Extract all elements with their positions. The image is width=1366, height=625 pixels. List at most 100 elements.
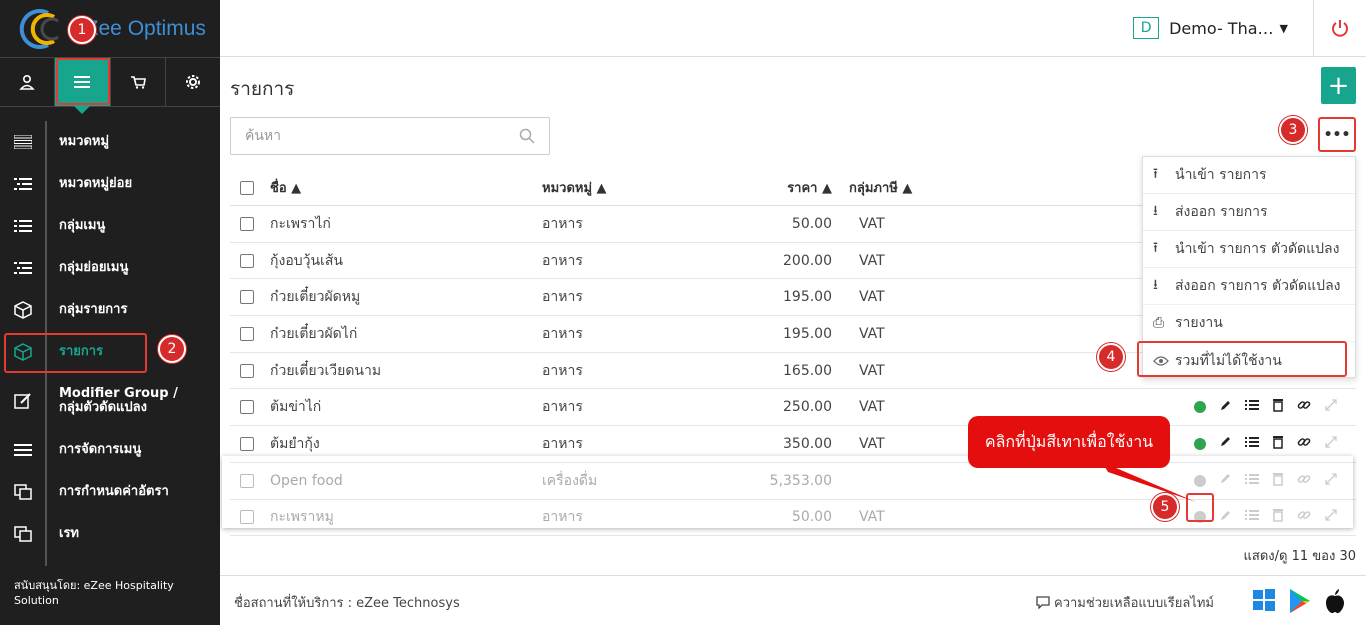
org-name: Demo- Tha… <box>1169 18 1274 38</box>
link-icon[interactable] <box>1297 508 1311 526</box>
gear-icon[interactable] <box>166 58 220 106</box>
pencil-icon[interactable] <box>1219 472 1232 489</box>
step-badge: 3 <box>1279 116 1307 144</box>
pencil-icon[interactable] <box>1219 509 1232 526</box>
menu-icon[interactable] <box>55 58 111 114</box>
item-price: 50.00 <box>791 509 832 526</box>
table-row[interactable]: ต้มยำกุ้ง อาหาร 350.00 VAT <box>230 426 1356 463</box>
header: D Demo- Tha… ▼ <box>220 0 1366 57</box>
row-checkbox[interactable] <box>240 473 254 488</box>
item-tax: VAT <box>859 252 885 269</box>
item-tax: VAT <box>859 215 885 232</box>
move-icon[interactable] <box>1324 472 1338 490</box>
row-checkbox[interactable] <box>240 436 254 451</box>
link-icon[interactable] <box>1297 472 1311 490</box>
sidebar-item-rate-config[interactable]: การกำหนดค่าอัตรา <box>0 471 220 513</box>
export-items-option[interactable]: ⭳ ส่งออก รายการ <box>1143 194 1355 231</box>
sidebar-item-menu-management[interactable]: การจัดการเมนู <box>0 429 220 471</box>
row-checkbox[interactable] <box>240 363 254 378</box>
list-icon[interactable] <box>1245 399 1259 415</box>
item-name: กุ้งอบวุ้นเส้น <box>270 252 343 269</box>
include-inactive-option[interactable]: รวมที่ไม่ได้ใช้งาน <box>1143 342 1355 379</box>
org-selector[interactable]: D Demo- Tha… ▼ <box>1133 17 1288 39</box>
more-options-button[interactable]: ••• <box>1318 117 1356 152</box>
export-modifiers-option[interactable]: ⭳ ส่งออก รายการ ตัวดัดแปลง <box>1143 268 1355 305</box>
item-name: Open food <box>270 472 343 489</box>
step-badge: 4 <box>1097 343 1125 371</box>
sidebar-item-item-group[interactable]: กลุ่มรายการ <box>0 289 220 331</box>
item-name: กะเพราหมู <box>270 509 334 526</box>
trash-icon[interactable] <box>1272 435 1284 453</box>
sidebar-item-items[interactable]: รายการ <box>0 331 220 373</box>
link-icon[interactable] <box>1297 398 1311 416</box>
sidebar-item-category[interactable]: หมวดหมู่ <box>0 121 220 163</box>
item-category: อาหาร <box>542 252 583 269</box>
support-link[interactable]: ความช่วยเหลือแบบเรียลไทม์ <box>1036 592 1214 613</box>
list-icon[interactable] <box>1245 473 1259 489</box>
status-toggle[interactable] <box>1194 401 1206 414</box>
trash-icon[interactable] <box>1272 398 1284 416</box>
col-price[interactable]: ราคา ▲ <box>712 177 832 198</box>
list-icon[interactable] <box>1245 509 1259 525</box>
add-button[interactable]: + <box>1321 67 1356 104</box>
link-icon[interactable] <box>1297 435 1311 453</box>
powered-by-text: ชื่อสถานที่ให้บริการ : eZee Technosys <box>234 596 460 611</box>
sidebar-item-menu-group[interactable]: กลุ่มเมนู <box>0 205 220 247</box>
sublist-icon <box>0 261 46 275</box>
item-tax: VAT <box>859 362 885 379</box>
apple-icon[interactable] <box>1324 588 1346 618</box>
row-actions <box>1194 472 1338 490</box>
sidebar-item-rate[interactable]: เรท <box>0 513 220 555</box>
chat-icon <box>1036 596 1050 609</box>
item-category: อาหาร <box>542 399 583 416</box>
status-toggle[interactable] <box>1194 511 1206 524</box>
table-row[interactable]: ต้มข่าไก่ อาหาร 250.00 VAT <box>230 389 1356 427</box>
footer: ชื่อสถานที่ให้บริการ : eZee Technosys คว… <box>220 575 1366 625</box>
sidebar-item-subcategory[interactable]: หมวดหมู่ย่อย <box>0 163 220 205</box>
trash-icon[interactable] <box>1272 508 1284 526</box>
sidebar-item-modifier-group[interactable]: Modifier Group / กลุ่มตัวดัดแปลง <box>0 373 220 429</box>
row-actions <box>1194 435 1338 453</box>
sidebar-item-label: หมวดหมู่ <box>59 134 110 149</box>
pencil-icon[interactable] <box>1219 435 1232 452</box>
callout-pointer <box>1102 462 1196 502</box>
item-category: อาหาร <box>542 325 583 342</box>
trash-icon[interactable] <box>1272 472 1284 490</box>
col-tax[interactable]: กลุ่มภาษี ▲ <box>832 177 932 198</box>
pencil-icon[interactable] <box>1219 399 1232 416</box>
logo: eZee Optimus <box>0 0 220 57</box>
sidebar-item-menu-subgroup[interactable]: กลุ่มย่อยเมนู <box>0 247 220 289</box>
move-icon[interactable] <box>1324 398 1338 416</box>
row-checkbox[interactable] <box>240 326 254 341</box>
item-name: ก๋วยเตี๋ยวเวียดนาม <box>270 362 382 379</box>
row-checkbox[interactable] <box>240 400 254 415</box>
table-row[interactable]: กะเพราหมู อาหาร 50.00 VAT <box>230 500 1356 537</box>
select-all-checkbox[interactable] <box>240 180 254 195</box>
row-checkbox[interactable] <box>240 510 254 525</box>
print-icon: ⎙ <box>1153 315 1165 331</box>
status-toggle[interactable] <box>1194 437 1206 450</box>
cart-icon[interactable] <box>111 58 166 106</box>
import-items-option[interactable]: ⭱ นำเข้า รายการ <box>1143 157 1355 194</box>
move-icon[interactable] <box>1324 508 1338 526</box>
item-category: อาหาร <box>542 362 583 379</box>
item-name: ต้มยำกุ้ง <box>270 435 320 452</box>
search-input[interactable]: ค้นหา <box>230 117 550 155</box>
user-icon[interactable] <box>0 58 56 106</box>
col-category[interactable]: หมวดหมู่ ▲ <box>542 177 712 198</box>
col-name[interactable]: ชื่อ ▲ <box>264 177 542 198</box>
row-checkbox[interactable] <box>240 216 254 231</box>
list-icon[interactable] <box>1245 436 1259 452</box>
row-checkbox[interactable] <box>240 290 254 305</box>
move-icon[interactable] <box>1324 435 1338 453</box>
hamburger-icon <box>0 443 46 457</box>
import-modifiers-option[interactable]: ⭱ นำเข้า รายการ ตัวดัดแปลง <box>1143 231 1355 268</box>
power-button[interactable] <box>1313 0 1366 56</box>
search-icon <box>519 128 535 144</box>
row-checkbox[interactable] <box>240 253 254 268</box>
item-price: 195.00 <box>783 289 832 306</box>
report-option[interactable]: ⎙ รายงาน <box>1143 305 1355 342</box>
windows-icon[interactable] <box>1252 588 1276 616</box>
item-name: ต้มข่าไก่ <box>270 399 322 416</box>
google-play-icon[interactable] <box>1288 588 1312 618</box>
